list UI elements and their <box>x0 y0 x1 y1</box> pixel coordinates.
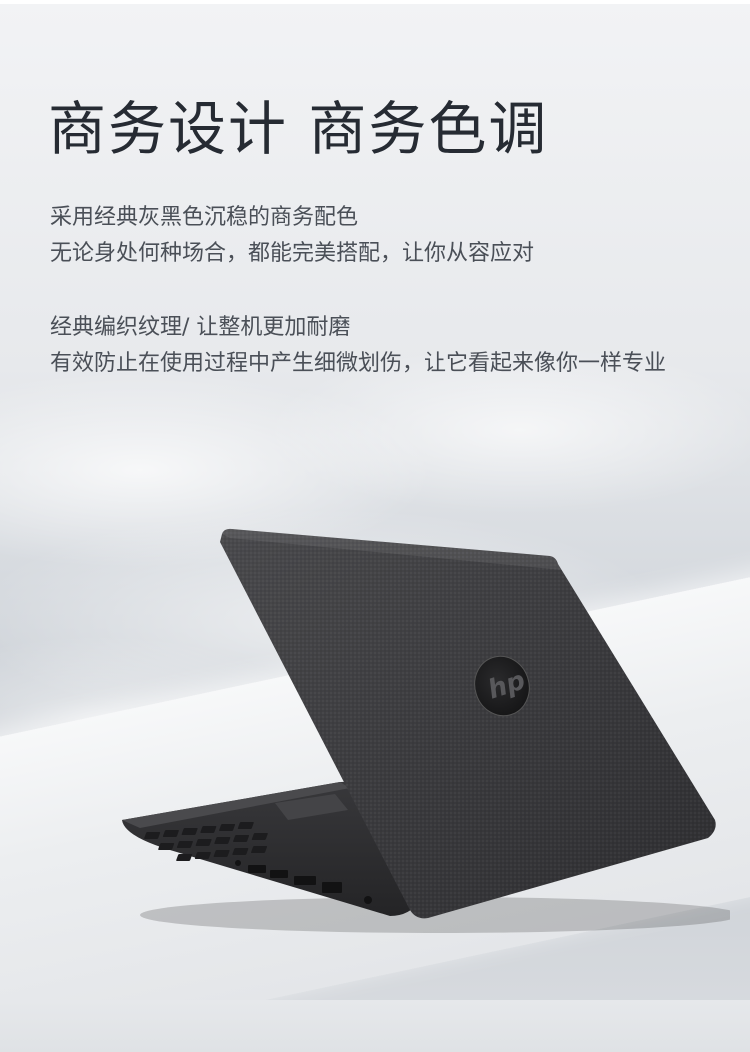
headline: 商务设计 商务色调 <box>48 95 549 163</box>
description-paragraph-texture: 经典编织纹理/ 让整机更加耐磨 有效防止在使用过程中产生细微划伤，让它看起来像你… <box>50 310 666 382</box>
description-line: 经典编织纹理/ 让整机更加耐磨 <box>50 315 351 340</box>
desk-front <box>0 1000 750 1052</box>
top-edge <box>0 0 750 4</box>
description-line: 有效防止在使用过程中产生细微划伤，让它看起来像你一样专业 <box>50 351 667 376</box>
description-paragraph-color: 采用经典灰黑色沉稳的商务配色 无论身处何种场合，都能完美搭配，让你从容应对 <box>50 200 534 272</box>
description-line: 采用经典灰黑色沉稳的商务配色 <box>50 205 359 230</box>
laptop-image: hp <box>122 528 730 933</box>
product-feature-panel: 商务设计 商务色调 采用经典灰黑色沉稳的商务配色 无论身处何种场合，都能完美搭配… <box>0 0 750 1052</box>
description-line: 无论身处何种场合，都能完美搭配，让你从容应对 <box>50 241 535 266</box>
